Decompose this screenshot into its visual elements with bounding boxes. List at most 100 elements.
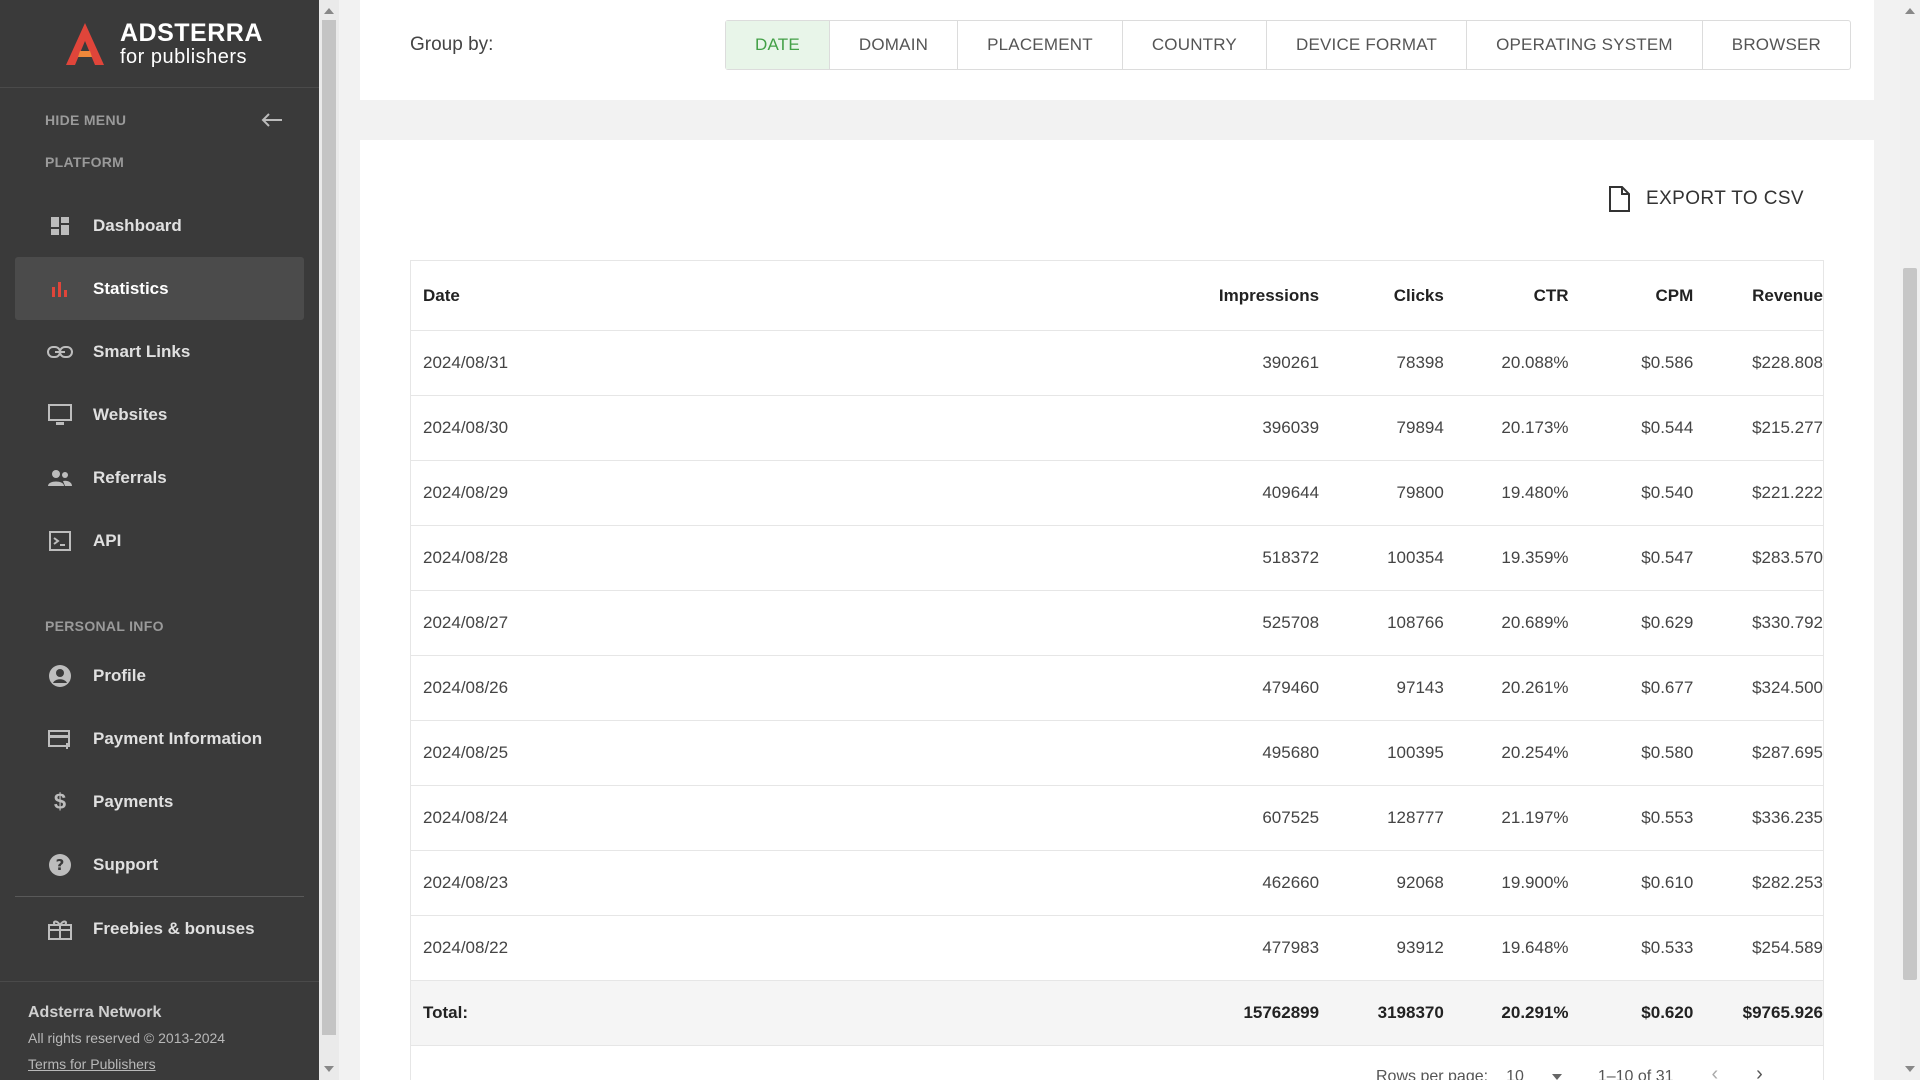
- footer-copyright: All rights reserved © 2013-2024: [28, 1030, 226, 1046]
- cell-cpm: $0.610: [1641, 873, 1694, 892]
- cell-ctr: 20.254%: [1501, 743, 1569, 762]
- cell-revenue: $287.695: [1752, 743, 1823, 762]
- table-row: 2024/08/25 495680 100395 20.254% $0.580 …: [411, 721, 1823, 786]
- next-page-icon[interactable]: ›: [1756, 1063, 1763, 1080]
- cell-date: 2024/08/29: [423, 483, 509, 502]
- cell-impressions: 495680: [1262, 743, 1320, 762]
- rows-per-page-value: 10: [1506, 1068, 1524, 1080]
- sidebar-item-support[interactable]: ? Support: [15, 833, 304, 896]
- sidebar-item-websites[interactable]: Websites: [15, 383, 304, 446]
- cell-clicks: 97143: [1396, 678, 1444, 697]
- scroll-up-arrow-icon[interactable]: [324, 8, 334, 14]
- cell-impressions: 396039: [1262, 418, 1320, 437]
- cell-ctr: 19.480%: [1501, 483, 1569, 502]
- table-row: 2024/08/27 525708 108766 20.689% $0.629 …: [411, 591, 1823, 656]
- people-icon: [47, 465, 73, 491]
- page-scrollbar[interactable]: [1900, 0, 1920, 1080]
- chevron-down-icon: [1551, 1073, 1562, 1080]
- cell-date: 2024/08/22: [423, 938, 509, 957]
- sidebar-item-referrals[interactable]: Referrals: [15, 446, 304, 509]
- table-total-row: Total: 15762899 3198370 20.291% $0.620 $…: [411, 981, 1823, 1046]
- table-row: 2024/08/28 518372 100354 19.359% $0.547 …: [411, 526, 1823, 591]
- group-by-label: Group by:: [410, 34, 494, 55]
- group-by-tabs: DATE DOMAIN PLACEMENT COUNTRY DEVICE FOR…: [725, 20, 1852, 70]
- dashboard-icon: [47, 213, 73, 239]
- statistics-card: EXPORT TO CSV Date Impressions Clicks CT…: [360, 140, 1874, 1080]
- cell-cpm: $0.586: [1641, 353, 1694, 372]
- sidebar-item-freebies[interactable]: Freebies & bonuses: [15, 897, 304, 960]
- cell-clicks: 92068: [1396, 873, 1444, 892]
- rows-per-page-select[interactable]: 10: [1506, 1068, 1580, 1080]
- sidebar-item-label: Freebies & bonuses: [93, 918, 255, 938]
- cell-impressions: 518372: [1262, 548, 1320, 567]
- tab-date[interactable]: DATE: [726, 21, 830, 69]
- cell-clicks: 108766: [1387, 613, 1444, 632]
- pagination: Rows per page: 10 1–10 of 31 ‹ ›: [411, 1046, 1823, 1080]
- scrollbar-thumb[interactable]: [322, 20, 336, 1035]
- sidebar-item-statistics[interactable]: Statistics: [15, 257, 304, 320]
- cell-revenue: $282.253: [1752, 873, 1823, 892]
- hide-menu-toggle[interactable]: HIDE MENU: [0, 88, 319, 152]
- sidebar-item-label: Websites: [93, 404, 168, 424]
- cell-ctr: 20.261%: [1501, 678, 1569, 697]
- tab-placement[interactable]: PLACEMENT: [958, 21, 1123, 69]
- table-row: 2024/08/22 477983 93912 19.648% $0.533 $…: [411, 916, 1823, 981]
- cell-cpm: $0.533: [1641, 938, 1694, 957]
- cell-ctr: 19.648%: [1501, 938, 1569, 957]
- column-header-ctr[interactable]: CTR: [1444, 286, 1569, 306]
- tab-country[interactable]: COUNTRY: [1123, 21, 1267, 69]
- sidebar-item-label: Profile: [93, 665, 146, 685]
- sidebar-scrollbar[interactable]: [319, 0, 339, 1080]
- sidebar-item-payment-information[interactable]: Payment Information: [15, 707, 304, 770]
- arrow-left-icon[interactable]: [261, 113, 283, 127]
- logo[interactable]: ADSTERRA for publishers: [0, 0, 319, 88]
- column-header-clicks[interactable]: Clicks: [1319, 286, 1444, 306]
- export-csv-label: EXPORT TO CSV: [1646, 188, 1804, 209]
- cell-date: 2024/08/27: [423, 613, 509, 632]
- cell-clicks: 100395: [1387, 743, 1444, 762]
- brand-sub: for publishers: [120, 45, 248, 68]
- scroll-down-arrow-icon[interactable]: [1905, 1066, 1915, 1072]
- rows-per-page-label: Rows per page:: [1376, 1068, 1489, 1080]
- footer-title: Adsterra Network: [28, 1004, 162, 1021]
- column-header-revenue[interactable]: Revenue: [1693, 286, 1823, 306]
- total-impressions: 15762899: [1243, 1003, 1320, 1022]
- cell-cpm: $0.580: [1641, 743, 1694, 762]
- sidebar-item-api[interactable]: API: [15, 509, 304, 572]
- terminal-icon: [47, 528, 73, 554]
- cell-ctr: 19.359%: [1501, 548, 1569, 567]
- scroll-down-arrow-icon[interactable]: [324, 1066, 334, 1072]
- sidebar-item-dashboard[interactable]: Dashboard: [15, 194, 304, 257]
- column-header-impressions[interactable]: Impressions: [1189, 286, 1319, 306]
- scrollbar-thumb[interactable]: [1903, 268, 1917, 980]
- column-header-date[interactable]: Date: [411, 286, 1189, 306]
- cell-date: 2024/08/26: [423, 678, 509, 697]
- tab-operating-system[interactable]: OPERATING SYSTEM: [1467, 21, 1703, 69]
- user-circle-icon: [47, 663, 73, 689]
- tab-device-format[interactable]: DEVICE FORMAT: [1267, 21, 1468, 69]
- tab-domain[interactable]: DOMAIN: [830, 21, 959, 69]
- prev-page-icon[interactable]: ‹: [1711, 1063, 1718, 1080]
- terms-link[interactable]: Terms for Publishers: [28, 1056, 319, 1072]
- cell-impressions: 607525: [1262, 808, 1320, 827]
- cell-cpm: $0.553: [1641, 808, 1694, 827]
- sidebar-item-smart-links[interactable]: Smart Links: [15, 320, 304, 383]
- cell-date: 2024/08/31: [423, 353, 509, 372]
- cell-cpm: $0.544: [1641, 418, 1694, 437]
- table-row: 2024/08/31 390261 78398 20.088% $0.586 $…: [411, 331, 1823, 396]
- tab-browser[interactable]: BROWSER: [1703, 21, 1850, 69]
- total-clicks: 3198370: [1377, 1003, 1444, 1022]
- sidebar-item-profile[interactable]: Profile: [15, 644, 304, 707]
- cell-ctr: 20.173%: [1501, 418, 1569, 437]
- sidebar-item-payments[interactable]: $ Payments: [15, 770, 304, 833]
- file-icon: [1609, 186, 1631, 212]
- total-label: Total:: [423, 1003, 469, 1022]
- sidebar-item-label: Referrals: [93, 467, 167, 487]
- cell-cpm: $0.547: [1641, 548, 1694, 567]
- cell-date: 2024/08/30: [423, 418, 509, 437]
- cell-revenue: $228.808: [1752, 353, 1823, 372]
- scroll-up-arrow-icon[interactable]: [1905, 8, 1915, 14]
- export-csv-button[interactable]: EXPORT TO CSV: [1608, 186, 1804, 212]
- help-icon: ?: [47, 852, 73, 878]
- column-header-cpm[interactable]: CPM: [1569, 286, 1694, 306]
